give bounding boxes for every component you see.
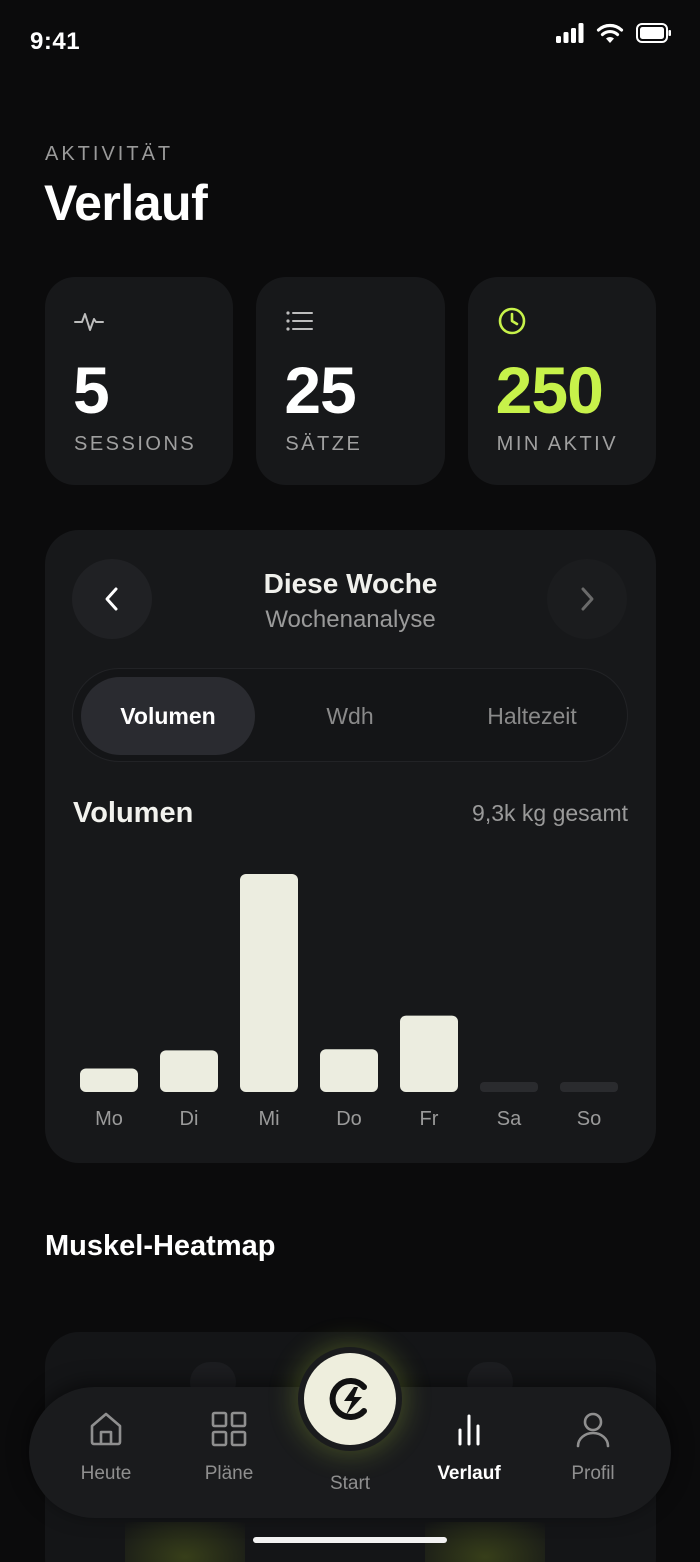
- bar-di[interactable]: [160, 1050, 218, 1092]
- tab-plaene[interactable]: Pläne: [179, 1409, 279, 1499]
- wifi-icon: [596, 23, 624, 43]
- stat-card-min-aktiv[interactable]: 250 MIN AKTIV: [467, 277, 656, 485]
- status-bar: 9:41: [0, 0, 700, 80]
- x-tick-label: Fr: [420, 1108, 439, 1130]
- start-label: Start: [329, 1473, 371, 1494]
- tab-label: Pläne: [204, 1463, 254, 1484]
- stat-value: 25: [284, 353, 356, 427]
- page-title: Verlauf: [44, 175, 208, 231]
- tab-label: Profil: [571, 1463, 615, 1484]
- bar-chart-icon: [458, 1414, 480, 1446]
- lightning-logo-icon: [329, 1378, 367, 1420]
- bar-mo[interactable]: [80, 1068, 138, 1092]
- stat-label: MIN AKTIV: [496, 433, 619, 455]
- x-tick-label: Do: [336, 1108, 362, 1130]
- start-workout-button[interactable]: [304, 1353, 396, 1445]
- x-tick-label: Sa: [497, 1108, 522, 1130]
- stat-label: SESSIONS: [74, 433, 197, 455]
- tab-heute[interactable]: Heute: [56, 1409, 156, 1499]
- home-indicator[interactable]: [253, 1537, 447, 1543]
- bar-do[interactable]: [320, 1049, 378, 1092]
- heatmap-title: Muskel-Heatmap: [45, 1230, 276, 1262]
- tab-label: Heute: [80, 1463, 132, 1484]
- stats-row: 5 SESSIONS 25 SÄTZE 250 MIN AKTIV: [45, 277, 656, 485]
- week-analysis-card: Diese Woche Wochenanalyse Volumen Wdh Ha…: [45, 530, 656, 1163]
- clock-icon: [498, 307, 525, 335]
- activity-pulse-icon: [74, 313, 104, 331]
- user-icon: [576, 1412, 610, 1448]
- list-icon: [286, 311, 314, 331]
- bottom-tab-bar: Heute Pläne Start Verlauf Profil: [29, 1353, 671, 1518]
- bar-mi[interactable]: [240, 874, 298, 1092]
- stat-card-sessions[interactable]: 5 SESSIONS: [45, 277, 234, 485]
- grid-icon: [211, 1411, 247, 1447]
- tab-profil[interactable]: Profil: [543, 1409, 643, 1499]
- tab-verlauf[interactable]: Verlauf: [419, 1409, 519, 1499]
- bar-fr[interactable]: [400, 1015, 458, 1092]
- stat-value: 5: [73, 353, 110, 427]
- stat-label: SÄTZE: [285, 433, 363, 455]
- bar-sa[interactable]: [480, 1082, 538, 1092]
- battery-icon: [636, 23, 671, 43]
- status-time: 9:41: [30, 28, 81, 55]
- volume-bar-chart: Mo Di Mi Do Fr Sa So: [80, 874, 618, 1130]
- bar-so[interactable]: [560, 1082, 618, 1092]
- page-eyebrow: AKTIVITÄT: [45, 143, 174, 165]
- cellular-signal-icon: [556, 23, 584, 43]
- x-tick-label: Mi: [258, 1108, 279, 1130]
- stat-value: 250: [495, 353, 604, 427]
- stat-card-saetze[interactable]: 25 SÄTZE: [256, 277, 445, 485]
- x-tick-label: Di: [180, 1108, 199, 1130]
- x-tick-label: So: [577, 1108, 601, 1130]
- home-icon: [90, 1412, 122, 1446]
- tab-label: Verlauf: [437, 1463, 501, 1484]
- status-icons: [556, 22, 672, 44]
- heatmap-figure-front: [125, 1522, 245, 1562]
- x-tick-label: Mo: [95, 1108, 123, 1130]
